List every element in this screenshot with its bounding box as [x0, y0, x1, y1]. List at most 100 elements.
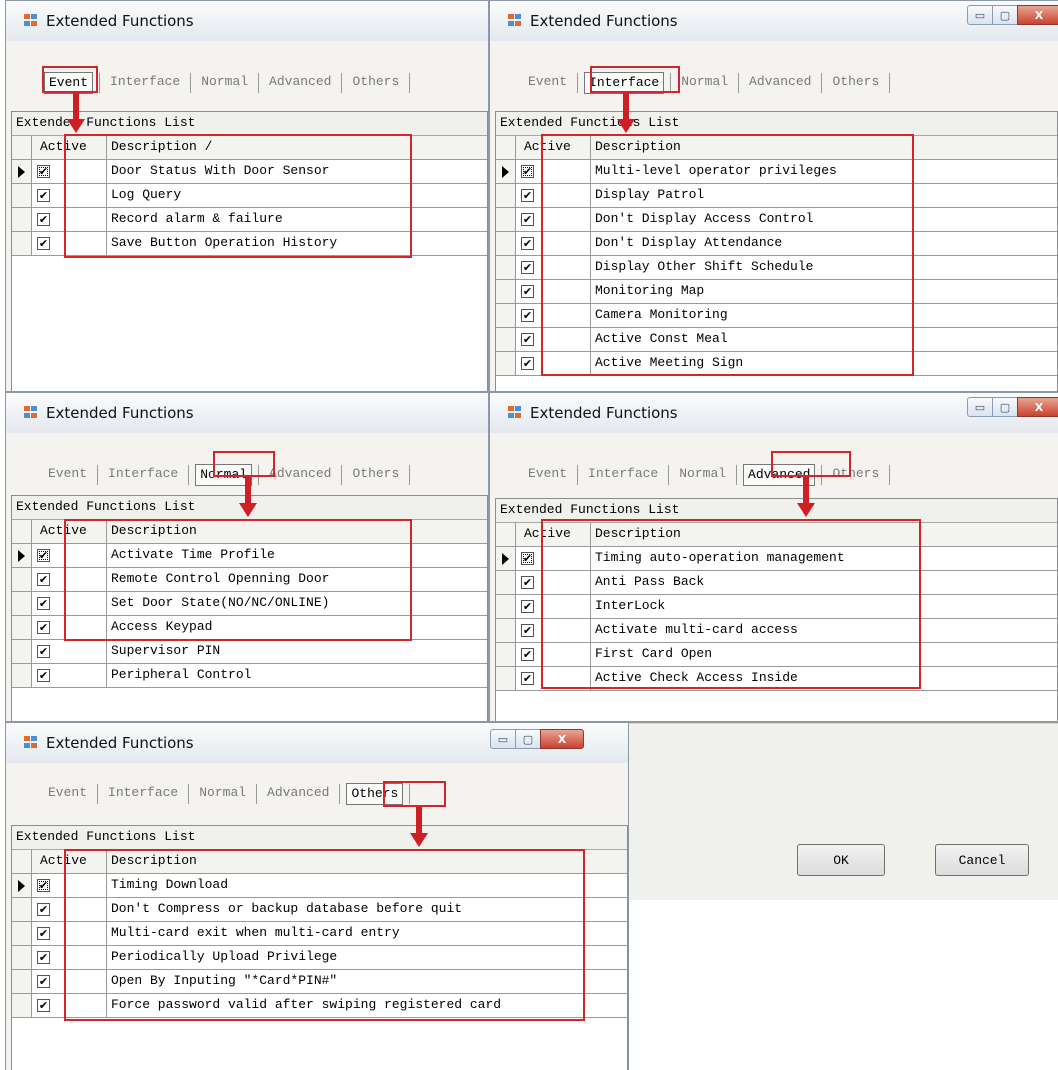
- row-header[interactable]: [496, 595, 516, 618]
- tab-normal[interactable]: Normal: [195, 783, 250, 805]
- tab-interface[interactable]: Interface: [106, 72, 184, 94]
- tab-normal[interactable]: Normal: [197, 72, 252, 94]
- row-header[interactable]: [12, 616, 32, 639]
- tab-normal[interactable]: Normal: [675, 464, 730, 486]
- minimize-button[interactable]: ▭: [967, 5, 993, 25]
- tab-normal[interactable]: Normal: [677, 72, 732, 94]
- table-row[interactable]: ✔ Record alarm & failure: [12, 208, 487, 232]
- table-row[interactable]: ✔ Save Button Operation History: [12, 232, 487, 256]
- tab-advanced[interactable]: Advanced: [265, 464, 335, 486]
- tab-others[interactable]: Others: [828, 464, 883, 486]
- table-row[interactable]: ✔ Activate Time Profile: [12, 544, 487, 568]
- active-checkbox[interactable]: ✔: [521, 624, 534, 637]
- row-header[interactable]: [12, 898, 32, 921]
- row-header[interactable]: [496, 184, 516, 207]
- table-row[interactable]: ✔ Timing auto-operation management: [496, 547, 1057, 571]
- row-header[interactable]: [12, 208, 32, 231]
- row-header[interactable]: [496, 571, 516, 594]
- table-row[interactable]: ✔ Activate multi-card access: [496, 619, 1057, 643]
- table-row[interactable]: ✔ Don't Display Attendance: [496, 232, 1057, 256]
- maximize-button[interactable]: ▢: [992, 397, 1018, 417]
- row-header[interactable]: [496, 328, 516, 351]
- row-header[interactable]: [496, 280, 516, 303]
- row-header[interactable]: [496, 208, 516, 231]
- active-checkbox[interactable]: ✔: [521, 357, 534, 370]
- tab-interface[interactable]: Interface: [584, 72, 665, 94]
- row-header[interactable]: [496, 232, 516, 255]
- column-header-active[interactable]: Active: [32, 850, 107, 873]
- table-row[interactable]: ✔ Active Check Access Inside: [496, 667, 1057, 691]
- table-row[interactable]: ✔ Multi-level operator privileges: [496, 160, 1057, 184]
- close-button[interactable]: X: [540, 729, 584, 749]
- active-checkbox[interactable]: ✔: [37, 165, 50, 178]
- table-row[interactable]: ✔ Supervisor PIN: [12, 640, 487, 664]
- active-checkbox[interactable]: ✔: [521, 285, 534, 298]
- tab-advanced[interactable]: Advanced: [745, 72, 815, 94]
- table-row[interactable]: ✔ Display Other Shift Schedule: [496, 256, 1057, 280]
- active-checkbox[interactable]: ✔: [37, 669, 50, 682]
- table-row[interactable]: ✔ Open By Inputing "*Card*PIN#": [12, 970, 627, 994]
- row-header[interactable]: [12, 544, 32, 567]
- active-checkbox[interactable]: ✔: [37, 237, 50, 250]
- column-header-active[interactable]: Active: [32, 520, 107, 543]
- active-checkbox[interactable]: ✔: [521, 600, 534, 613]
- column-header-description[interactable]: Description: [591, 523, 1057, 546]
- row-header[interactable]: [12, 874, 32, 897]
- active-checkbox[interactable]: ✔: [37, 213, 50, 226]
- tab-others[interactable]: Others: [346, 783, 404, 805]
- table-row[interactable]: ✔ Camera Monitoring: [496, 304, 1057, 328]
- maximize-button[interactable]: ▢: [992, 5, 1018, 25]
- active-checkbox[interactable]: ✔: [37, 645, 50, 658]
- row-header[interactable]: [12, 664, 32, 687]
- row-header[interactable]: [496, 160, 516, 183]
- table-row[interactable]: ✔ Display Patrol: [496, 184, 1057, 208]
- maximize-button[interactable]: ▢: [515, 729, 541, 749]
- row-header[interactable]: [12, 970, 32, 993]
- tab-event[interactable]: Event: [524, 72, 571, 94]
- active-checkbox[interactable]: ✔: [521, 552, 534, 565]
- row-header[interactable]: [496, 667, 516, 690]
- table-row[interactable]: ✔ Monitoring Map: [496, 280, 1057, 304]
- active-checkbox[interactable]: ✔: [37, 999, 50, 1012]
- close-button[interactable]: X: [1017, 5, 1058, 25]
- tab-normal[interactable]: Normal: [195, 464, 253, 486]
- active-checkbox[interactable]: ✔: [521, 213, 534, 226]
- active-checkbox[interactable]: ✔: [37, 597, 50, 610]
- row-header[interactable]: [12, 922, 32, 945]
- row-header[interactable]: [12, 592, 32, 615]
- row-header[interactable]: [12, 568, 32, 591]
- column-header-active[interactable]: Active: [32, 136, 107, 159]
- table-row[interactable]: ✔ Force password valid after swiping regi…: [12, 994, 627, 1018]
- tab-advanced[interactable]: Advanced: [743, 464, 816, 486]
- tab-others[interactable]: Others: [828, 72, 883, 94]
- active-checkbox[interactable]: ✔: [37, 927, 50, 940]
- table-row[interactable]: ✔ Don't Compress or backup database befor…: [12, 898, 627, 922]
- cancel-button[interactable]: Cancel: [935, 844, 1029, 876]
- tab-advanced[interactable]: Advanced: [265, 72, 335, 94]
- tab-others[interactable]: Others: [348, 464, 403, 486]
- active-checkbox[interactable]: ✔: [37, 549, 50, 562]
- active-checkbox[interactable]: ✔: [521, 309, 534, 322]
- active-checkbox[interactable]: ✔: [521, 576, 534, 589]
- active-checkbox[interactable]: ✔: [521, 672, 534, 685]
- active-checkbox[interactable]: ✔: [37, 903, 50, 916]
- row-header[interactable]: [12, 160, 32, 183]
- minimize-button[interactable]: ▭: [490, 729, 516, 749]
- row-header[interactable]: [496, 643, 516, 666]
- table-row[interactable]: ✔ Multi-card exit when multi-card entry: [12, 922, 627, 946]
- column-header-description[interactable]: Description: [591, 136, 1057, 159]
- tab-event[interactable]: Event: [44, 72, 94, 94]
- table-row[interactable]: ✔ Set Door State(NO/NC/ONLINE): [12, 592, 487, 616]
- active-checkbox[interactable]: ✔: [521, 333, 534, 346]
- table-row[interactable]: ✔ Anti Pass Back: [496, 571, 1057, 595]
- column-header-description[interactable]: Description: [107, 850, 627, 873]
- tab-others[interactable]: Others: [348, 72, 403, 94]
- column-header-description[interactable]: Description: [107, 520, 487, 543]
- active-checkbox[interactable]: ✔: [521, 189, 534, 202]
- table-row[interactable]: ✔ Log Query: [12, 184, 487, 208]
- tab-event[interactable]: Event: [44, 783, 91, 805]
- tab-event[interactable]: Event: [44, 464, 91, 486]
- table-row[interactable]: ✔ Peripheral Control: [12, 664, 487, 688]
- active-checkbox[interactable]: ✔: [521, 165, 534, 178]
- row-header[interactable]: [496, 547, 516, 570]
